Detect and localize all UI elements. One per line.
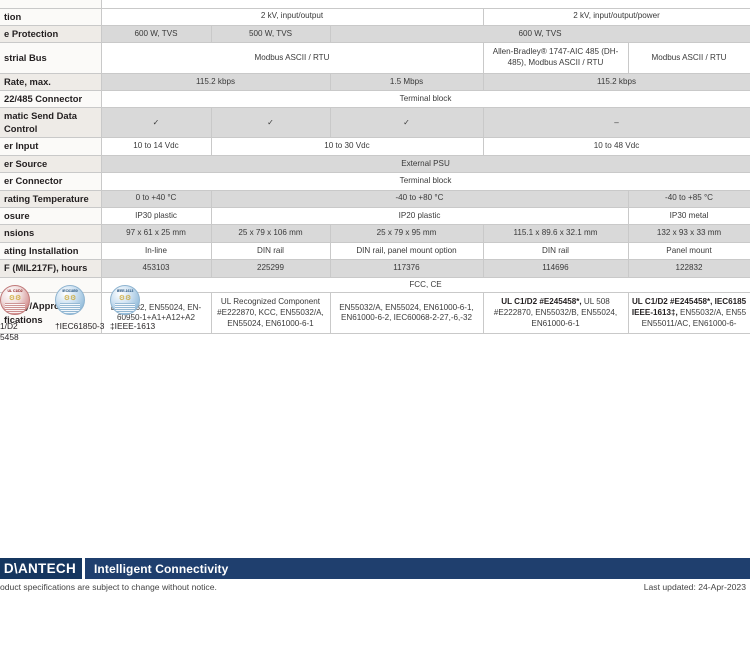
spec-row: rating Temperature 0 to +40 °C -40 to +80 … xyxy=(0,189,750,208)
spec-cell: Modbus ASCII / RTU xyxy=(100,42,484,74)
spec-cell: 122832 xyxy=(627,259,750,278)
spec-row-label: rating Temperature xyxy=(0,189,102,208)
spec-row-label: 22/485 Connector xyxy=(0,90,102,109)
spec-cell: 115.1 x 89.6 x 32.1 mm xyxy=(482,224,629,243)
spec-cell: 25 x 79 x 95 mm xyxy=(329,224,484,243)
spec-row: strial Bus Modbus ASCII / RTU Allen-Bradle… xyxy=(0,42,750,74)
spec-cell: ✓ xyxy=(210,107,331,139)
spec-cell: Panel mount xyxy=(627,241,750,261)
spec-cell: IP30 plastic xyxy=(100,206,212,226)
spec-cell: DIN rail xyxy=(482,241,629,261)
spec-cell: External PSU xyxy=(100,154,750,174)
spec-cell: 25 x 79 x 106 mm xyxy=(210,224,331,243)
spec-cell: -40 to +85 °C xyxy=(627,189,750,208)
spec-row-label: tion xyxy=(0,7,102,26)
spec-cell: 453103 xyxy=(100,259,212,278)
certification-badge-icon: IEC61850 ⚙⚙ xyxy=(55,285,85,315)
certification-label: 1/D2 xyxy=(0,321,18,331)
footer-disclaimer: oduct specifications are subject to chan… xyxy=(0,582,217,592)
certification-label: ‡IEEE-1613 xyxy=(110,321,156,331)
spec-row-label: F (MIL217F), hours xyxy=(0,259,102,278)
certification-label: †IEC61850-3 xyxy=(55,321,105,331)
spec-cell: ✓ xyxy=(329,107,484,139)
spec-row-label: osure xyxy=(0,206,102,226)
spec-row-label: strial Bus xyxy=(0,42,102,74)
spec-cell: 2 kV, input/output/power xyxy=(482,7,750,26)
spec-row: osure IP30 plastic IP20 plastic IP30 metal xyxy=(0,206,750,226)
spec-cell: 10 to 30 Vdc xyxy=(210,137,484,156)
spec-row-label: Rate, max. xyxy=(0,72,102,92)
footer-tagline: Intelligent Connectivity xyxy=(94,561,229,576)
spec-cell: UL C1/D2 #E245458*, IEC6185 IEEE-1613‡, … xyxy=(627,292,750,335)
spec-cell: 97 x 61 x 25 mm xyxy=(100,224,212,243)
spec-row-label: e Protection xyxy=(0,24,102,44)
spec-cell: Terminal block xyxy=(100,172,750,191)
spec-row-label xyxy=(0,0,102,9)
spec-cell: Modbus ASCII / RTU xyxy=(627,42,750,74)
certification-badge-icon: UL C1/D2 ⚙⚙ xyxy=(0,285,30,315)
spec-row: nsions 97 x 61 x 25 mm 25 x 79 x 106 mm 25 … xyxy=(0,224,750,243)
advantech-logo: D\ANTECH xyxy=(0,558,82,579)
certification-badge-icon: IEEE-1613 ⚙⚙ xyxy=(110,285,140,315)
spec-cell: 132 x 93 x 33 mm xyxy=(627,224,750,243)
spec-row-label: matic Send Data Control xyxy=(0,107,102,139)
spec-row xyxy=(0,0,750,9)
spec-cell: 115.2 kbps xyxy=(100,72,331,92)
spec-row: e Protection 600 W, TVS 500 W, TVS 600 W, T… xyxy=(0,24,750,44)
spec-row-label: nsions xyxy=(0,224,102,243)
spec-cell: In-line xyxy=(100,241,212,261)
spec-cell: UL C1/D2 #E245458*, UL 508 #E222870, EN5… xyxy=(482,292,629,335)
spec-row: ating Installation In-line DIN rail DIN rai… xyxy=(0,241,750,261)
spec-row: Rate, max. 115.2 kbps 1.5 Mbps 115.2 kbps xyxy=(0,72,750,92)
spec-cell: 117376 xyxy=(329,259,484,278)
spec-cell: – xyxy=(482,107,750,139)
spec-cell: 10 to 48 Vdc xyxy=(482,137,750,156)
spec-cell: DIN rail, panel mount option xyxy=(329,241,484,261)
spec-cell: 500 W, TVS xyxy=(210,24,331,44)
spec-cell: DIN rail xyxy=(210,241,331,261)
spec-cell xyxy=(100,0,750,9)
spec-row: F (MIL217F), hours 453103 225299 117376 1146… xyxy=(0,259,750,278)
spec-row: tion 2 kV, input/output 2 kV, input/output… xyxy=(0,7,750,26)
spec-row: er Source External PSU xyxy=(0,154,750,174)
specifications-table-body: tion 2 kV, input/output 2 kV, input/output… xyxy=(0,0,750,335)
spec-cell: IP30 metal xyxy=(627,206,750,226)
certification-badges: UL C1/D2 ⚙⚙ IEC61850 ⚙⚙ IEEE-1613 ⚙⚙ 1/D2 5458… xyxy=(0,285,300,342)
spec-cell: EN55032/A, EN55024, EN61000-6-1, EN61000… xyxy=(329,292,484,335)
spec-cell: 600 W, TVS xyxy=(329,24,750,44)
certification-label-row: 1/D2 5458 †IEC61850-3 ‡IEEE-1613 xyxy=(0,321,300,342)
spec-row-label: ating Installation xyxy=(0,241,102,261)
spec-cell: -40 to +80 °C xyxy=(210,189,629,208)
spec-row: er Connector Terminal block xyxy=(0,172,750,191)
spec-cell: 2 kV, input/output xyxy=(100,7,484,26)
spec-cell: 600 W, TVS xyxy=(100,24,212,44)
footer-last-updated: Last updated: 24-Apr-2023 xyxy=(643,582,746,592)
spec-cell: 10 to 14 Vdc xyxy=(100,137,212,156)
spec-row: 22/485 Connector Terminal block xyxy=(0,90,750,109)
spec-cell: 0 to +40 °C xyxy=(100,189,212,208)
spec-cell: 115.2 kbps xyxy=(482,72,750,92)
spec-cell: 1.5 Mbps xyxy=(329,72,484,92)
spec-row: matic Send Data Control ✓ ✓ ✓ – xyxy=(0,107,750,139)
spec-cell: 114696 xyxy=(482,259,629,278)
certification-label-line2: 5458 xyxy=(0,332,19,342)
spec-cell: ✓ xyxy=(100,107,212,139)
spec-row-label: er Input xyxy=(0,137,102,156)
spec-row: er Input 10 to 14 Vdc 10 to 30 Vdc 10 to 48… xyxy=(0,137,750,156)
spec-row-label: er Source xyxy=(0,154,102,174)
spec-cell: Terminal block xyxy=(100,90,750,109)
footer-brand-bar: D\ANTECH Intelligent Connectivity xyxy=(0,558,750,579)
spec-cell: IP20 plastic xyxy=(210,206,629,226)
certification-badge-row: UL C1/D2 ⚙⚙ IEC61850 ⚙⚙ IEEE-1613 ⚙⚙ xyxy=(0,285,300,319)
spec-row-label: er Connector xyxy=(0,172,102,191)
spec-cell: 225299 xyxy=(210,259,331,278)
spec-cell: Allen-Bradley® 1747-AIC 485 (DH-485), Mo… xyxy=(482,42,629,74)
